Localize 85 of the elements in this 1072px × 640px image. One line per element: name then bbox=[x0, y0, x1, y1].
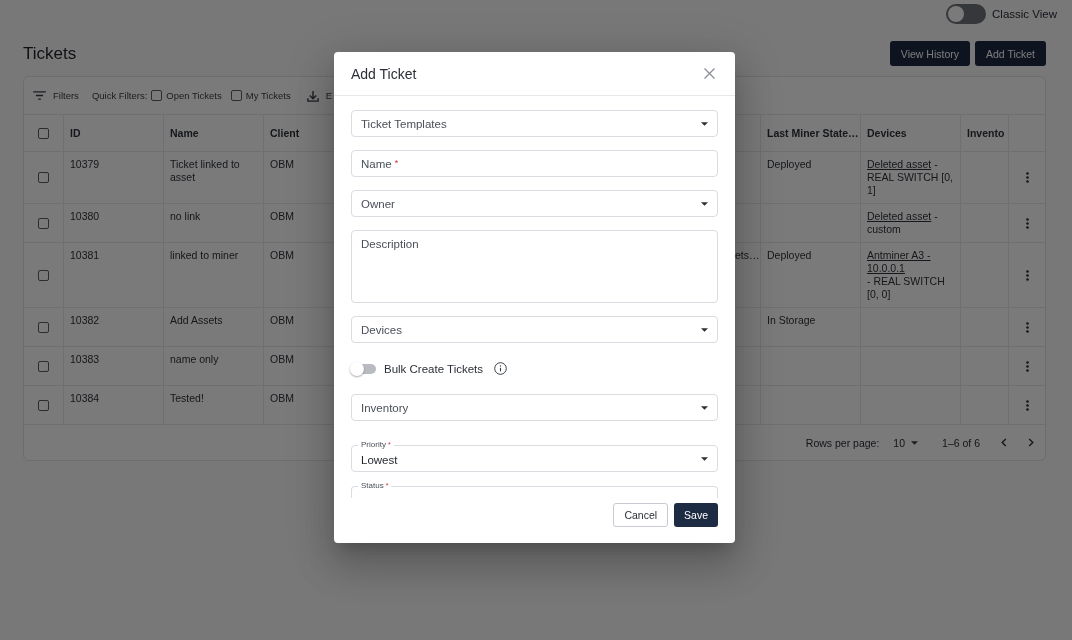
checkbox[interactable] bbox=[38, 269, 49, 281]
checkbox[interactable] bbox=[230, 90, 242, 101]
table-cell: Deleted asset - custom bbox=[861, 204, 961, 242]
column-header[interactable]: ID bbox=[64, 115, 164, 151]
caret-icon bbox=[701, 122, 708, 126]
export-button[interactable]: E bbox=[306, 89, 332, 102]
caret-icon bbox=[701, 457, 708, 461]
checkbox[interactable] bbox=[38, 399, 49, 411]
classic-view-label: Classic View bbox=[992, 7, 1057, 20]
next-page-icon[interactable] bbox=[1028, 438, 1034, 447]
device-link[interactable]: Antminer A3 - 10.0.0.1 bbox=[867, 249, 957, 275]
select-field[interactable]: Ticket Templates bbox=[351, 110, 718, 137]
column-header[interactable]: Name bbox=[164, 115, 264, 151]
table-cell-text: OBM bbox=[269, 313, 295, 328]
table-cell: 10384 bbox=[64, 386, 164, 424]
more-icon[interactable] bbox=[1025, 217, 1029, 229]
checkbox[interactable] bbox=[38, 321, 49, 333]
table-cell-text: OBM bbox=[269, 352, 295, 367]
checkbox[interactable] bbox=[151, 90, 163, 101]
more-icon[interactable] bbox=[1025, 399, 1029, 411]
column-header[interactable]: Invento bbox=[961, 115, 1009, 151]
switch-label: Bulk Create Tickets bbox=[384, 362, 484, 375]
table-cell: Antminer A3 - 10.0.0.1 - REAL SWITCH [0, 0] bbox=[861, 243, 961, 307]
table-cell: Ticket linked to asset bbox=[164, 152, 264, 203]
info-icon[interactable] bbox=[494, 362, 508, 375]
table-cell: no link bbox=[164, 204, 264, 242]
download-icon bbox=[306, 89, 319, 102]
filters-button[interactable]: Filters bbox=[33, 90, 79, 101]
table-cell: 10382 bbox=[64, 308, 164, 346]
select-field[interactable]: Owner bbox=[351, 190, 718, 217]
table-cell-text: OBM bbox=[269, 209, 295, 224]
select-all-checkbox[interactable] bbox=[38, 127, 49, 139]
view-history-button[interactable]: View History bbox=[889, 41, 970, 66]
toggle-switch[interactable] bbox=[351, 362, 376, 375]
more-icon[interactable] bbox=[1025, 321, 1029, 333]
required-mark: * bbox=[394, 158, 399, 168]
filter-icon bbox=[33, 91, 46, 100]
description-field[interactable]: Description bbox=[351, 230, 718, 303]
page-range: 1–6 of 6 bbox=[942, 436, 980, 449]
more-icon[interactable] bbox=[1025, 360, 1029, 372]
select-field[interactable]: Inventory bbox=[351, 394, 718, 421]
more-icon[interactable] bbox=[1025, 172, 1029, 183]
column-header[interactable]: Devices bbox=[861, 115, 961, 151]
table-cell: Tested! bbox=[164, 386, 264, 424]
table-cell: name only bbox=[164, 347, 264, 385]
table-cell: Add Assets bbox=[164, 308, 264, 346]
text-field[interactable]: Name * bbox=[351, 150, 718, 177]
cancel-button[interactable]: Cancel bbox=[613, 503, 669, 527]
checkbox-label: My Tickets bbox=[245, 90, 291, 101]
dialog-title: Add Ticket bbox=[351, 65, 417, 82]
select-field[interactable]: Devices bbox=[351, 316, 718, 343]
add-ticket-button[interactable]: Add Ticket bbox=[974, 41, 1046, 66]
checkbox[interactable] bbox=[38, 360, 49, 372]
save-button[interactable]: Save bbox=[674, 503, 718, 527]
previous-page-icon[interactable] bbox=[1001, 438, 1007, 447]
table-cell: 10381 bbox=[64, 243, 164, 307]
caret-icon bbox=[701, 328, 708, 332]
column-header[interactable]: Last Miner State… bbox=[761, 115, 861, 151]
table-cell-text: OBM bbox=[269, 157, 295, 172]
classic-view-switch[interactable] bbox=[946, 3, 986, 24]
table-cell: 10383 bbox=[64, 347, 164, 385]
checkbox-label: Open Tickets bbox=[166, 90, 222, 101]
table-cell: Deployed bbox=[761, 152, 861, 203]
quick-filters-label: Quick Filters: bbox=[91, 90, 148, 101]
table-cell: In Storage bbox=[761, 308, 861, 346]
rows-per-page-label: Rows per page: bbox=[805, 436, 880, 449]
table-cell: Deleted asset - REAL SWITCH [0, 1] bbox=[861, 152, 961, 203]
page-title: Tickets bbox=[23, 43, 77, 64]
caret-icon bbox=[911, 440, 919, 445]
caret-icon bbox=[701, 202, 708, 206]
more-icon[interactable] bbox=[1025, 269, 1029, 281]
table-cell-text: OBM bbox=[269, 248, 295, 263]
close-icon[interactable] bbox=[704, 68, 715, 79]
checkbox[interactable] bbox=[38, 217, 49, 229]
table-cell: 10379 bbox=[64, 152, 164, 203]
table-cell-text: OBM bbox=[269, 391, 295, 406]
checkbox[interactable] bbox=[38, 172, 49, 183]
table-cell: Deployed bbox=[761, 243, 861, 307]
device-link[interactable]: Deleted asset bbox=[867, 158, 932, 171]
column-header[interactable]: Client bbox=[264, 115, 334, 151]
device-link[interactable]: Deleted asset bbox=[867, 210, 932, 223]
table-cell: 10380 bbox=[64, 204, 164, 242]
caret-icon bbox=[701, 406, 708, 410]
rows-per-page-select[interactable]: 10 bbox=[893, 436, 919, 449]
table-cell: linked to miner bbox=[164, 243, 264, 307]
